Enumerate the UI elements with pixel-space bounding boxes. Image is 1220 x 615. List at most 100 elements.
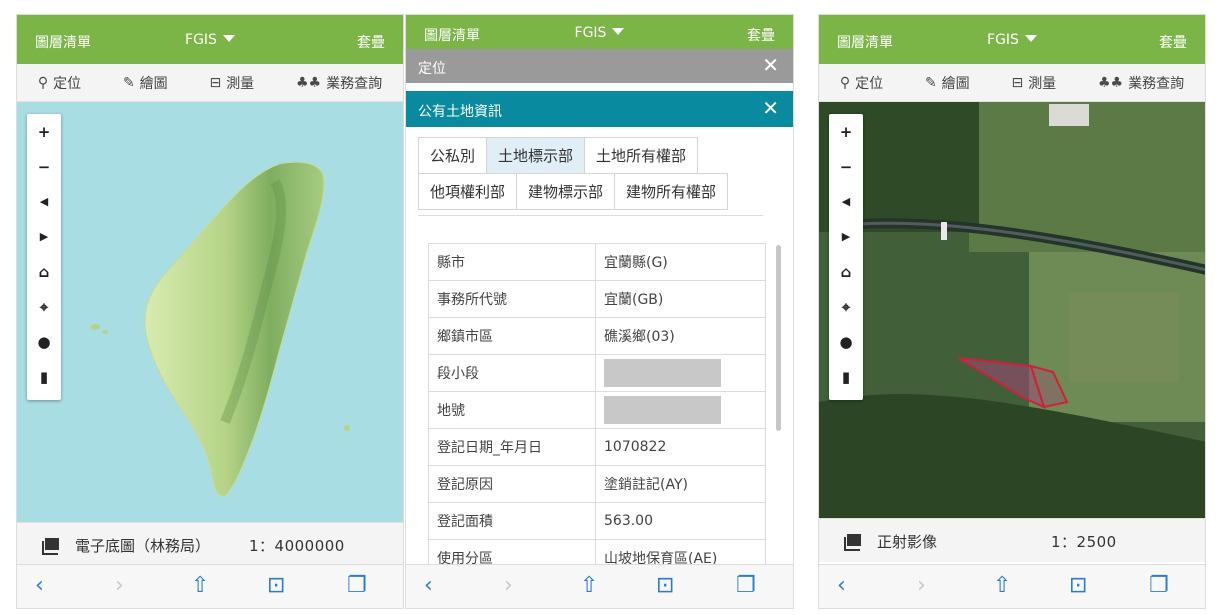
row-value: 宜蘭(GB) [595,280,766,318]
map-control-bar: + − ◀ ▶ ⌂ ⌖ ● ▮ [27,114,61,400]
layers-icon [42,538,59,555]
tab-ownership-type[interactable]: 公私別 [418,137,488,174]
row-value: 塗銷註記(AY) [595,465,766,503]
tool-query[interactable]: ♣♣ 業務查詢 [296,73,382,93]
row-key: 使用分區 [428,539,596,566]
status-bar: 電子底圖（林務局） 1：4000000 [17,522,403,566]
map-view[interactable]: + − ◀ ▶ ⌂ ⌖ ● ▮ [819,102,1205,518]
tabs-icon[interactable]: ❐ [1149,573,1169,598]
close-icon[interactable]: ✕ [762,96,779,120]
tool-measure[interactable]: ⊟ 測量 [209,73,254,93]
tab-land-marking[interactable]: 土地標示部 [486,137,586,174]
locate-panel-header: 定位 ✕ [406,49,793,83]
row-key: 鄉鎮市區 [428,317,596,355]
app-title-dropdown[interactable]: FGIS [406,25,793,41]
person-pin-icon: ⚲ [839,74,851,91]
crosshair-icon[interactable]: ⌖ [27,292,61,322]
share-icon[interactable]: ⇧ [191,573,209,598]
app-title: FGIS [574,25,607,41]
map-scale: 1：4000000 [249,537,345,555]
locate-title: 定位 [418,61,446,77]
screen-map-overview: 圖層清單 FGIS 套疊 ⚲ 定位 ✎ 繪圖 ⊟ 測量 ♣♣ 業務查詢 + − … [16,14,404,609]
tabs-icon[interactable]: ❐ [347,573,367,598]
crosshair-icon[interactable]: ⌖ [829,292,863,322]
row-value: 山坡地保育區(AE) [595,539,766,566]
caret-down-icon [1024,35,1037,42]
marker-icon[interactable]: ▮ [27,362,61,392]
table-row: 事務所代號 宜蘭(GB) [428,280,766,318]
caret-down-icon [222,35,235,42]
dialog-title: 公有土地資訊 [418,104,502,120]
pan-right-button[interactable]: ▶ [829,222,863,252]
home-icon[interactable]: ⌂ [829,257,863,287]
overlay-button[interactable]: 套疊 [1159,32,1187,52]
info-icon[interactable]: ● [27,327,61,357]
pan-right-button[interactable]: ▶ [27,222,61,252]
screen-land-info: 圖層清單 FGIS 套疊 定位 ✕ 公有土地資訊 ✕ 公私別 土地標示部 土地所有權… [405,14,794,609]
info-icon[interactable]: ● [829,327,863,357]
orthophoto-image [819,102,1205,518]
tab-building-marking[interactable]: 建物標示部 [516,173,616,210]
forward-button[interactable]: › [504,573,513,598]
row-key: 段小段 [428,354,596,392]
back-button[interactable]: ‹ [35,573,44,598]
tool-measure[interactable]: ⊟ 測量 [1011,73,1056,93]
table-row: 地號 [428,391,766,429]
tool-locate[interactable]: ⚲ 定位 [38,73,81,93]
tab-row: 他項權利部 建物標示部 建物所有權部 [418,173,763,210]
tabs-icon[interactable]: ❐ [736,573,756,598]
zoom-out-button[interactable]: − [27,152,61,182]
bookmarks-icon[interactable]: ⊡ [267,573,285,598]
tool-label: 定位 [53,75,82,92]
tool-label: 業務查詢 [326,75,383,92]
app-title: FGIS [987,32,1019,48]
close-icon[interactable]: ✕ [762,53,779,77]
row-key: 登記日期_年月日 [428,428,596,466]
pan-left-button[interactable]: ◀ [829,187,863,217]
row-value: 563.00 [595,502,766,540]
caret-down-icon [612,28,625,35]
status-bar: 正射影像 1：2500 [819,518,1205,562]
tool-label: 定位 [855,75,884,92]
home-icon[interactable]: ⌂ [27,257,61,287]
brush-icon: ✎ [122,74,135,91]
tool-locate[interactable]: ⚲ 定位 [840,73,883,93]
tab-other-rights[interactable]: 他項權利部 [418,173,518,210]
table-row: 登記日期_年月日 1070822 [428,428,766,466]
bookmarks-icon[interactable]: ⊡ [1069,573,1087,598]
map-control-bar: + − ◀ ▶ ⌂ ⌖ ● ▮ [829,114,863,400]
tab-building-ownership[interactable]: 建物所有權部 [614,173,729,210]
zoom-in-button[interactable]: + [27,117,61,147]
zoom-out-button[interactable]: − [829,152,863,182]
scrollbar[interactable] [776,245,781,431]
forward-button[interactable]: › [115,573,124,598]
tool-draw[interactable]: ✎ 繪圖 [123,73,168,93]
bookmarks-icon[interactable]: ⊡ [656,573,674,598]
app-title-dropdown[interactable]: FGIS [17,32,403,48]
pan-left-button[interactable]: ◀ [27,187,61,217]
share-icon[interactable]: ⇧ [993,573,1011,598]
overlay-button[interactable]: 套疊 [747,25,775,45]
row-key: 地號 [428,391,596,429]
share-icon[interactable]: ⇧ [580,573,598,598]
redacted-value [604,359,721,387]
table-row: 登記面積 563.00 [428,502,766,540]
app-title: FGIS [185,32,217,48]
tab-land-ownership[interactable]: 土地所有權部 [584,137,699,174]
marker-icon[interactable]: ▮ [829,362,863,392]
toolbar: ⚲ 定位 ✎ 繪圖 ⊟ 測量 ♣♣ 業務查詢 [819,64,1205,102]
forward-button[interactable]: › [917,573,926,598]
overlay-button[interactable]: 套疊 [357,32,385,52]
app-title-dropdown[interactable]: FGIS [819,32,1205,48]
map-view[interactable]: + − ◀ ▶ ⌂ ⌖ ● ▮ [17,102,403,522]
tool-query[interactable]: ♣♣ 業務查詢 [1098,73,1184,93]
back-button[interactable]: ‹ [837,573,846,598]
tool-draw[interactable]: ✎ 繪圖 [925,73,970,93]
basemap-name: 電子底圖（林務局） [75,537,211,555]
brush-icon: ✎ [924,74,937,91]
back-button[interactable]: ‹ [424,573,433,598]
zoom-in-button[interactable]: + [829,117,863,147]
app-header: 圖層清單 FGIS 套疊 [819,15,1205,64]
row-value: 礁溪鄉(03) [595,317,766,355]
dialog-scroll-area[interactable]: 公私別 土地標示部 土地所有權部 他項權利部 建物標示部 建物所有權部 縣市 宜蘭縣(G)… [406,127,793,566]
